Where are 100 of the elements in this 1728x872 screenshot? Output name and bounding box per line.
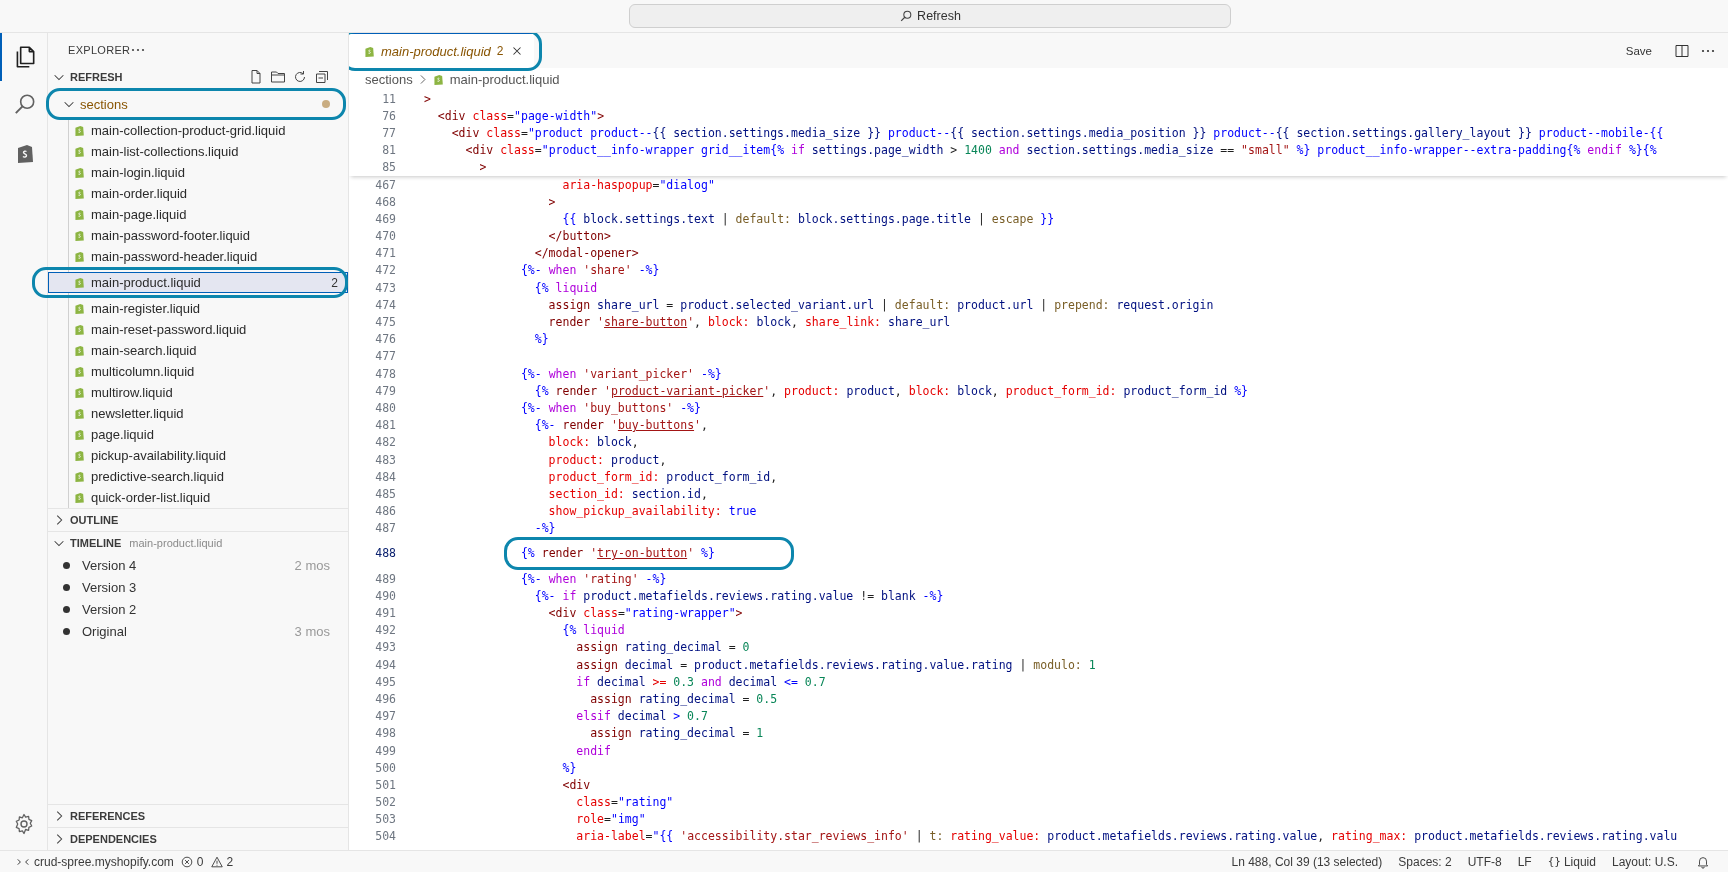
shopping-bag-icon: [73, 386, 86, 399]
line-number: 478: [374, 366, 396, 381]
line-number: 504: [374, 829, 396, 844]
timeline-item[interactable]: Version 2: [82, 601, 137, 617]
line-number: 475: [374, 315, 396, 330]
file-name[interactable]: main-register.liquid: [91, 301, 201, 316]
file-name[interactable]: quick-order-list.liquid: [91, 490, 211, 505]
warning-count[interactable]: 2: [226, 854, 234, 869]
file-item[interactable]: multicolumn.liquid: [48, 361, 348, 382]
line-number: 85: [381, 160, 396, 175]
panel-title[interactable]: TIMELINE: [70, 537, 122, 549]
status-item[interactable]: Ln 488, Col 39 (13 selected): [1231, 854, 1383, 869]
file-name[interactable]: main-page.liquid: [91, 207, 187, 222]
timeline-item[interactable]: Version 4: [82, 557, 137, 573]
shopping-bag-icon: [73, 491, 86, 504]
code-line: assign rating_decimal = 0.5: [589, 691, 778, 706]
file-name[interactable]: multirow.liquid: [91, 385, 173, 400]
file-item[interactable]: main-search.liquid: [48, 340, 348, 361]
file-item[interactable]: main-reset-password.liquid: [48, 319, 348, 340]
search-icon: [899, 9, 914, 23]
code-line: role="img": [575, 812, 646, 827]
file-item[interactable]: main-login.liquid: [48, 162, 348, 183]
bell-icon[interactable]: [1696, 854, 1710, 869]
collapse-icon[interactable]: [314, 69, 330, 85]
code-line: {%- render 'buy-buttons',: [533, 418, 708, 433]
shopping-bag-icon: [73, 276, 86, 289]
save-link[interactable]: Save: [1625, 44, 1652, 57]
panel-title[interactable]: DEPENDENCIES: [70, 833, 157, 845]
shopping-bag-icon: [73, 365, 86, 378]
file-item[interactable]: newsletter.liquid: [48, 403, 348, 424]
status-item[interactable]: UTF-8: [1467, 854, 1502, 869]
folder-name[interactable]: sections: [80, 96, 128, 112]
file-item[interactable]: main-list-collections.liquid: [48, 141, 348, 162]
line-number: 81: [381, 143, 396, 158]
code-line: render 'share-button', block: block, share_link: share_url: [547, 315, 951, 330]
line-number: 495: [374, 674, 396, 689]
status-item[interactable]: LF: [1517, 854, 1532, 869]
file-item[interactable]: multirow.liquid: [48, 382, 348, 403]
file-name[interactable]: main-search.liquid: [91, 343, 197, 358]
code-line: {%- when 'variant_picker' -%}: [519, 366, 722, 381]
line-number: 476: [374, 332, 396, 347]
file-name[interactable]: page.liquid: [91, 427, 154, 442]
file-item[interactable]: main-password-footer.liquid: [48, 225, 348, 246]
file-name[interactable]: main-password-header.liquid: [91, 249, 258, 264]
file-item[interactable]: main-password-header.liquid: [48, 246, 348, 267]
file-item[interactable]: quick-order-list.liquid: [48, 487, 348, 508]
panel-subtitle: main-product.liquid: [129, 537, 223, 549]
new-folder-icon[interactable]: [270, 69, 286, 85]
file-item[interactable]: main-page.liquid: [48, 204, 348, 225]
file-item[interactable]: main-register.liquid: [48, 298, 348, 319]
warning-icon[interactable]: [209, 854, 224, 869]
file-item[interactable]: main-product.liquid 2: [48, 272, 348, 293]
breadcrumb-item[interactable]: sections: [365, 71, 413, 87]
line-number: 500: [374, 760, 396, 775]
new-file-icon[interactable]: [248, 69, 264, 85]
line-number: 499: [374, 743, 396, 758]
error-icon[interactable]: [179, 854, 194, 869]
line-number: 502: [374, 795, 396, 810]
timeline-item[interactable]: Original: [82, 623, 127, 639]
remote-host[interactable]: crud-spree.myshopify.com: [34, 854, 174, 869]
code-line: {% render 'product-variant-picker', product: product, block: block, product_form_id: product_form_id %}: [533, 383, 1248, 398]
refresh-icon[interactable]: [292, 69, 308, 85]
file-name[interactable]: predictive-search.liquid: [91, 469, 224, 484]
file-item[interactable]: pickup-availability.liquid: [48, 445, 348, 466]
file-item[interactable]: page.liquid: [48, 424, 348, 445]
keyboard-layout[interactable]: Layout: U.S.: [1611, 854, 1678, 869]
line-number: 76: [381, 108, 396, 123]
file-name[interactable]: main-order.liquid: [91, 186, 188, 201]
workspace-title[interactable]: REFRESH: [70, 71, 123, 83]
command-center[interactable]: Refresh: [629, 4, 1231, 28]
file-item[interactable]: predictive-search.liquid: [48, 466, 348, 487]
braces-glyph: {}: [1547, 855, 1561, 868]
file-item[interactable]: main-collection-product-grid.liquid: [48, 120, 348, 141]
code-line: %}: [533, 332, 549, 347]
file-name[interactable]: main-collection-product-grid.liquid: [91, 123, 286, 138]
code-line: show_pickup_availability: true: [547, 504, 757, 519]
file-name[interactable]: newsletter.liquid: [91, 406, 184, 421]
file-name[interactable]: main-password-footer.liquid: [91, 228, 250, 243]
file-name[interactable]: pickup-availability.liquid: [91, 448, 226, 463]
error-count[interactable]: 0: [196, 854, 204, 869]
panel-title[interactable]: REFERENCES: [70, 810, 146, 822]
language-mode[interactable]: Liquid: [1563, 854, 1596, 869]
file-name[interactable]: multicolumn.liquid: [91, 364, 195, 379]
file-name[interactable]: main-list-collections.liquid: [91, 144, 239, 159]
file-name[interactable]: main-reset-password.liquid: [91, 322, 247, 337]
file-name[interactable]: main-login.liquid: [91, 165, 185, 180]
status-item[interactable]: Spaces: 2: [1398, 854, 1452, 869]
file-item[interactable]: main-order.liquid: [48, 183, 348, 204]
shopping-bag-icon: [73, 407, 86, 420]
line-number: 488: [374, 546, 396, 561]
file-name[interactable]: main-product.liquid: [91, 275, 201, 290]
code-line: >: [424, 91, 431, 106]
folder-item[interactable]: sections: [48, 93, 348, 115]
shopping-bag-icon: [73, 344, 86, 357]
panel-title[interactable]: OUTLINE: [70, 514, 119, 526]
shopping-bag-icon: [363, 44, 376, 58]
line-number: 496: [374, 691, 396, 706]
timeline-item[interactable]: Version 3: [82, 579, 137, 595]
split-editor-icon[interactable]: [1674, 42, 1690, 59]
breadcrumb-item[interactable]: main-product.liquid: [449, 71, 560, 87]
